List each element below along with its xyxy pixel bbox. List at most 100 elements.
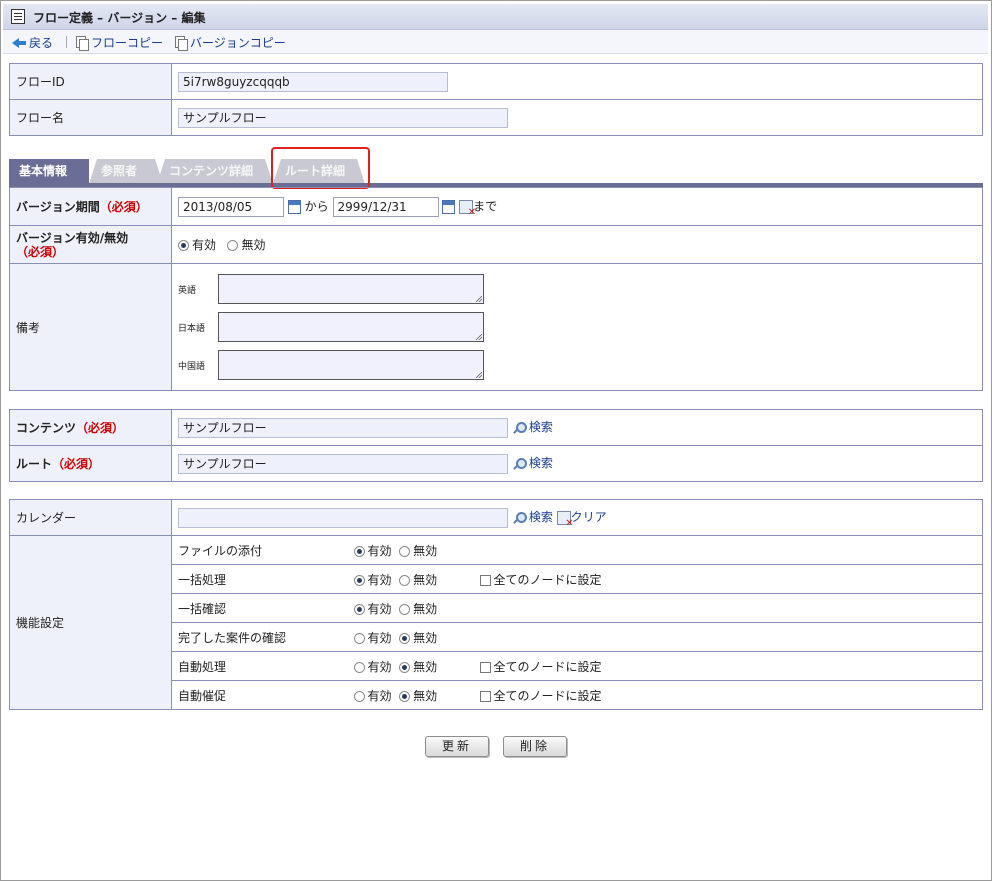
search-icon	[512, 511, 527, 525]
copy-icon	[76, 35, 89, 51]
feature-name: 自動処理	[171, 651, 348, 681]
feature-extra-cell: 全てのノードに設定	[473, 564, 983, 594]
features-label: 機能設定	[9, 535, 172, 710]
notes-ja-textarea[interactable]	[218, 312, 484, 342]
feature-name: 自動催促	[171, 680, 348, 710]
calendar-icon[interactable]	[287, 199, 301, 214]
calendar-icon[interactable]	[442, 199, 456, 214]
tab-viewers[interactable]: 参照者	[89, 159, 163, 184]
required-mark: （必須）	[99, 200, 148, 214]
calendar-field	[178, 507, 508, 528]
valid-label: 有効	[192, 238, 217, 252]
delete-button[interactable]: 削除	[503, 736, 567, 757]
flow-copy-label: フローコピー	[91, 36, 164, 50]
clear-date-icon[interactable]	[459, 199, 476, 218]
off-label: 無効	[413, 659, 438, 674]
feature-extra-cell: 全てのノードに設定	[473, 680, 983, 710]
flow-name-cell: サンプルフロー	[171, 99, 983, 136]
feature-toggle-cell: 有効 無効	[347, 651, 474, 681]
feature-name: 一括処理	[171, 564, 348, 594]
off-label: 無効	[413, 543, 438, 558]
version-copy-link[interactable]: バージョンコピー	[175, 34, 286, 51]
flow-copy-link[interactable]: フローコピー	[76, 34, 163, 51]
feature-on-radio[interactable]	[353, 574, 365, 586]
feature-on-radio[interactable]	[353, 661, 365, 673]
from-to-text: から	[304, 199, 329, 213]
flow-name-label: フロー名	[9, 99, 172, 136]
content-cell: サンプルフロー 検索	[171, 409, 983, 446]
feature-name: 一括確認	[171, 593, 348, 623]
lang-en-label: 英語	[178, 285, 197, 296]
route-detail-highlight	[271, 147, 370, 189]
update-button[interactable]: 更新	[425, 736, 489, 757]
flow-id-cell: 5i7rw8guyzcqqqb	[171, 63, 983, 100]
version-valid-label: バージョン有効/無効 （必須）	[9, 225, 172, 264]
back-label: 戻る	[29, 36, 54, 50]
calendar-search-link[interactable]: 検索	[512, 510, 553, 524]
notes-zh-textarea[interactable]	[218, 350, 484, 380]
feature-extra-cell: 全てのノードに設定	[473, 651, 983, 681]
settings-table: カレンダー 検索 クリア 機能設定 ファイルの添付 有効 無効 一括処理 有効 …	[9, 499, 983, 710]
back-arrow-icon	[12, 37, 26, 48]
calendar-cell: 検索 クリア	[171, 499, 983, 536]
version-copy-label: バージョンコピー	[190, 36, 286, 50]
feature-off-radio[interactable]	[399, 545, 411, 557]
tab-content-detail[interactable]: コンテンツ詳細	[157, 159, 273, 184]
version-period-cell: 2013/08/05 から 2999/12/31 まで	[171, 187, 983, 226]
page-title: フロー定義 – バージョン – 編集	[33, 11, 206, 25]
off-label: 無効	[413, 630, 438, 645]
all-nodes-label: 全てのノードに設定	[493, 688, 602, 703]
required-mark: （必須）	[76, 421, 125, 435]
all-nodes-checkbox[interactable]	[479, 574, 491, 586]
feature-off-radio[interactable]	[399, 661, 411, 673]
tab-bar: 基本情報 参照者 コンテンツ詳細 ルート詳細	[9, 159, 983, 184]
back-link[interactable]: 戻る	[12, 34, 53, 51]
version-period-label: バージョン期間（必須）	[9, 187, 172, 226]
feature-toggle-cell: 有効 無効	[347, 593, 474, 623]
version-valid-text: バージョン有効/無効	[16, 230, 129, 245]
feature-on-radio[interactable]	[353, 690, 365, 702]
copy-icon	[175, 35, 188, 51]
clear-label: クリア	[570, 510, 607, 524]
content-label-text: コンテンツ	[16, 421, 77, 435]
all-nodes-checkbox[interactable]	[479, 661, 491, 673]
period-from-input[interactable]: 2013/08/05	[178, 196, 284, 217]
feature-name: ファイルの添付	[171, 535, 348, 565]
feature-toggle-cell: 有効 無効	[347, 680, 474, 710]
content-search-link[interactable]: 検索	[512, 420, 553, 434]
search-icon	[512, 457, 527, 471]
route-search-link[interactable]: 検索	[512, 456, 553, 470]
feature-off-radio[interactable]	[399, 603, 411, 615]
feature-toggle-cell: 有効 無効	[347, 535, 474, 565]
flow-id-field: 5i7rw8guyzcqqqb	[178, 71, 448, 92]
tab-viewers-label: 参照者	[101, 164, 138, 178]
tab-basic-info[interactable]: 基本情報	[9, 159, 89, 184]
all-nodes-checkbox[interactable]	[479, 690, 491, 702]
until-text: まで	[473, 199, 498, 213]
on-label: 有効	[367, 630, 392, 645]
period-to-input[interactable]: 2999/12/31	[332, 196, 439, 217]
calendar-clear-link[interactable]: クリア	[556, 510, 607, 529]
content-field: サンプルフロー	[178, 417, 508, 438]
feature-on-radio[interactable]	[353, 545, 365, 557]
required-mark: （必須）	[52, 457, 101, 471]
version-valid-cell: 有効 無効	[171, 225, 983, 264]
notes-en-textarea[interactable]	[218, 274, 484, 304]
valid-radio[interactable]	[178, 240, 189, 251]
feature-off-radio[interactable]	[399, 632, 411, 644]
feature-on-radio[interactable]	[353, 632, 365, 644]
feature-off-radio[interactable]	[399, 574, 411, 586]
invalid-radio[interactable]	[227, 240, 239, 251]
on-label: 有効	[367, 688, 392, 703]
feature-on-radio[interactable]	[353, 603, 365, 615]
search-label: 検索	[528, 420, 553, 434]
on-label: 有効	[367, 659, 392, 674]
content-label: コンテンツ（必須）	[9, 409, 172, 446]
feature-off-radio[interactable]	[399, 690, 411, 702]
lang-zh-label: 中国語	[178, 361, 206, 372]
notes-label: 備考	[9, 263, 172, 391]
calendar-label: カレンダー	[9, 499, 172, 536]
clear-icon	[556, 510, 574, 529]
tab-content-detail-label: コンテンツ詳細	[169, 164, 254, 178]
feature-extra-cell	[473, 535, 983, 565]
